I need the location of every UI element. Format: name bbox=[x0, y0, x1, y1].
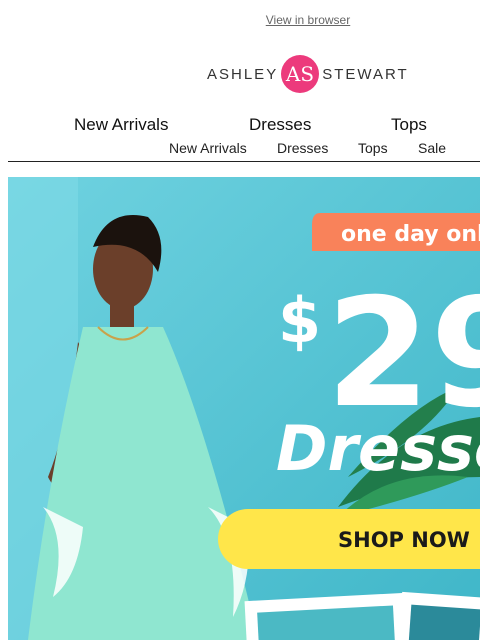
logo-mark-text: AS bbox=[285, 62, 314, 86]
shop-now-button[interactable]: SHOP NOW bbox=[218, 509, 480, 569]
shop-now-label[interactable]: SHOP NOW bbox=[338, 528, 470, 552]
nav-secondary-dresses[interactable]: Dresses bbox=[277, 140, 328, 156]
logo-word-left: ASHLEY bbox=[207, 65, 279, 83]
polaroid-photo-2 bbox=[408, 604, 480, 640]
secondary-nav: New Arrivals Dresses Tops Sale bbox=[0, 140, 480, 156]
logo-mark-icon: AS bbox=[281, 55, 320, 93]
hero-headline: Dresse bbox=[276, 412, 480, 485]
nav-primary-tops[interactable]: Tops bbox=[391, 115, 427, 135]
hero-banner[interactable]: one day onl $ 29 Dresse SHOP NOW bbox=[8, 177, 480, 640]
logo-word-right: STEWART bbox=[322, 65, 409, 83]
nav-secondary-new-arrivals[interactable]: New Arrivals bbox=[169, 140, 247, 156]
price-symbol: $ bbox=[278, 284, 321, 357]
promo-tag-text: one day onl bbox=[341, 222, 480, 247]
nav-divider bbox=[8, 161, 480, 162]
nav-secondary-sale[interactable]: Sale bbox=[418, 140, 446, 156]
nav-secondary-tops[interactable]: Tops bbox=[358, 140, 388, 156]
promo-tag: one day onl bbox=[312, 213, 480, 251]
nav-primary-dresses[interactable]: Dresses bbox=[249, 115, 311, 135]
brand-logo[interactable]: ASHLEY AS STEWART bbox=[207, 52, 409, 96]
hero-illustration: one day onl $ 29 Dresse SHOP NOW bbox=[8, 177, 480, 640]
primary-nav: New Arrivals Dresses Tops bbox=[0, 115, 480, 135]
view-in-browser-link[interactable]: View in browser bbox=[0, 13, 480, 27]
nav-primary-new-arrivals[interactable]: New Arrivals bbox=[74, 115, 168, 135]
